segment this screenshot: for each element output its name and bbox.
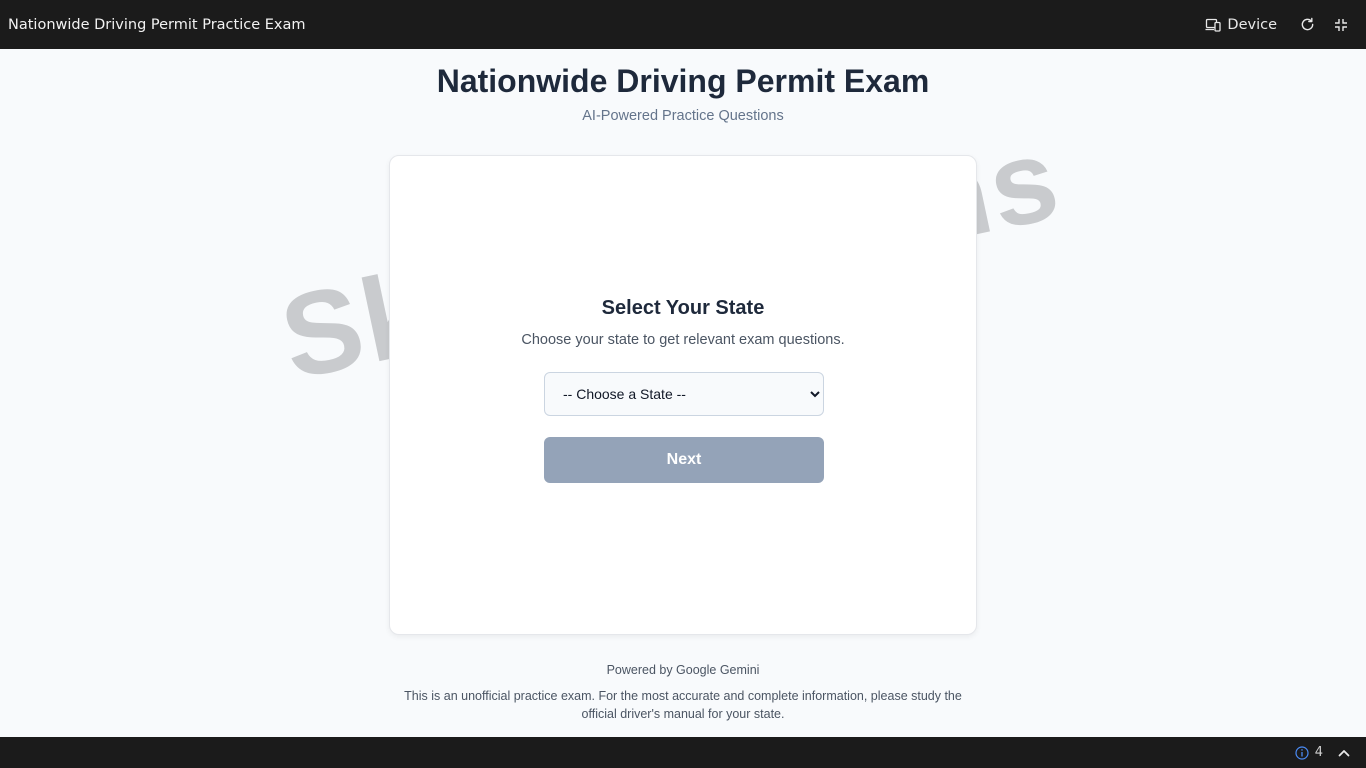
app-title: Nationwide Driving Permit Practice Exam: [8, 16, 306, 33]
device-button[interactable]: Device: [1205, 17, 1277, 33]
device-icon: [1205, 18, 1222, 32]
expand-panel-button[interactable]: [1338, 749, 1350, 757]
page-content: Nationwide Driving Permit Exam AI-Powere…: [0, 49, 1366, 737]
chevron-up-icon: [1338, 749, 1350, 756]
device-button-label: Device: [1227, 16, 1277, 33]
next-button[interactable]: Next: [544, 437, 824, 483]
powered-by-text: Powered by Google Gemini: [606, 663, 760, 677]
page-title: Nationwide Driving Permit Exam: [436, 63, 930, 99]
refresh-button[interactable]: [1300, 17, 1315, 32]
info-badge[interactable]: 4: [1295, 745, 1323, 760]
info-count: 4: [1314, 745, 1323, 760]
top-bar-actions: Device: [1205, 17, 1358, 33]
refresh-icon: [1301, 17, 1314, 31]
top-bar: Nationwide Driving Permit Practice Exam …: [0, 0, 1366, 49]
bottom-bar: 4: [0, 737, 1366, 768]
info-icon: [1295, 745, 1309, 760]
state-selection-card: Select Your State Choose your state to g…: [389, 155, 977, 635]
fullscreen-exit-button[interactable]: [1334, 18, 1348, 32]
page-subtitle: AI-Powered Practice Questions: [582, 108, 784, 124]
card-description: Choose your state to get relevant exam q…: [521, 332, 845, 348]
fullscreen-exit-icon: [1335, 18, 1347, 31]
disclaimer-text: This is an unofficial practice exam. For…: [404, 689, 962, 721]
card-title: Select Your State: [601, 297, 765, 319]
state-select[interactable]: -- Choose a State --: [544, 372, 824, 416]
